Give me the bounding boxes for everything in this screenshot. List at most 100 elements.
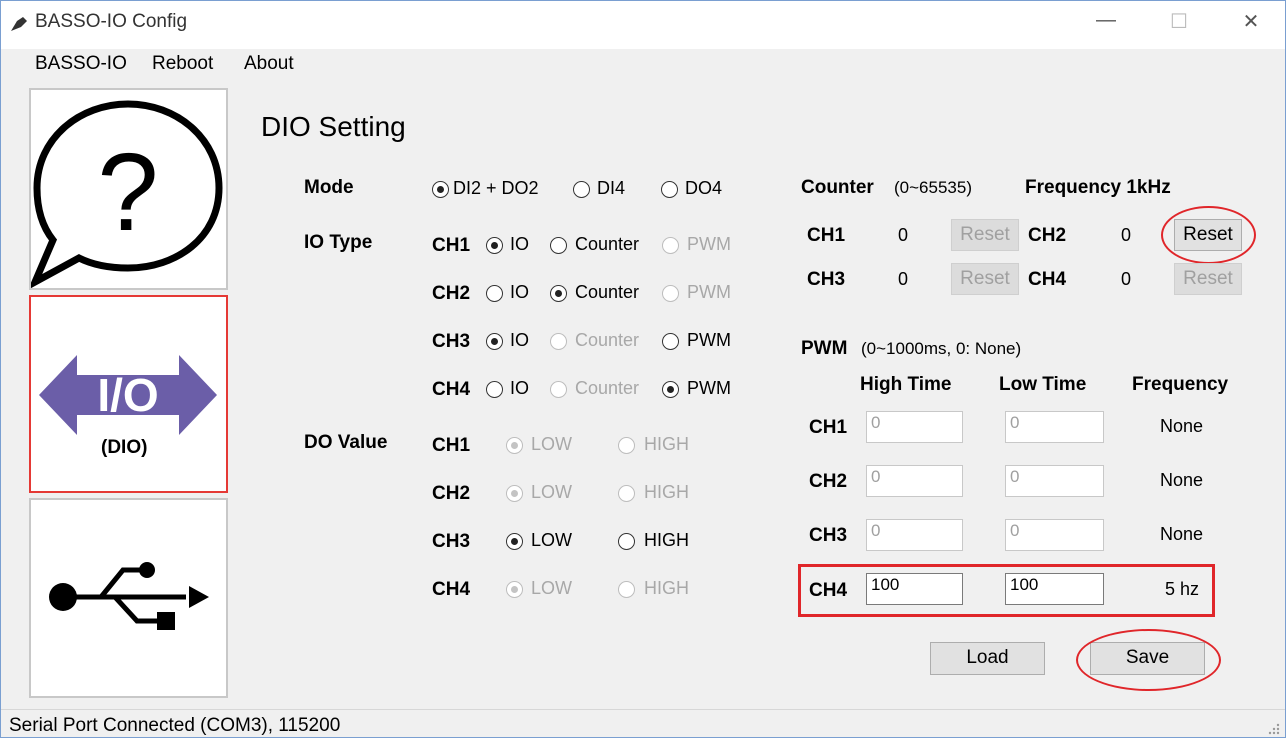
io-type-ch1-counter[interactable]: Counter [575, 234, 639, 255]
menu-about[interactable]: About [244, 53, 294, 75]
counter-ch1-value: 0 [898, 225, 909, 245]
counter-ch1-label: CH1 [807, 225, 846, 246]
app-window: BASSO-IO Config — ☐ ✕ BASSO-IO Reboot Ab… [0, 0, 1286, 738]
app-icon [11, 17, 27, 31]
do-ch1-high-radio [618, 437, 635, 454]
title-bar: BASSO-IO Config — ☐ ✕ [1, 1, 1285, 49]
load-button[interactable]: Load [930, 642, 1045, 675]
io-type-ch4-pwm[interactable]: PWM [687, 378, 731, 399]
mode-option-di2do2[interactable]: DI2 + DO2 [453, 178, 539, 199]
io-type-ch3-io-radio[interactable] [486, 333, 503, 350]
io-type-ch4-io-radio[interactable] [486, 381, 503, 398]
io-label: I/O [97, 369, 158, 421]
page-title: DIO Setting [261, 111, 406, 142]
pwm-ch1-label: CH1 [809, 417, 848, 438]
resize-grip-icon[interactable] [1267, 722, 1281, 736]
maximize-button[interactable]: ☐ [1159, 9, 1199, 34]
pwm-ch2-low-input: 0 [1005, 465, 1104, 497]
pwm-label: PWM [801, 338, 848, 359]
counter-range: (0~65535) [894, 178, 972, 197]
io-type-ch4-label: CH4 [432, 379, 471, 400]
menu-bar: BASSO-IO Reboot About [1, 49, 1285, 83]
pwm-ch3-high-input: 0 [866, 519, 963, 551]
sidebar-help-button[interactable]: ? [27, 88, 228, 290]
sidebar-usb-button[interactable] [29, 498, 228, 698]
io-type-ch2-counter-radio[interactable] [550, 285, 567, 302]
pwm-ch2-high-input: 0 [866, 465, 963, 497]
do-ch3-low-radio[interactable] [506, 533, 523, 550]
do-ch2-low-radio [506, 485, 523, 502]
status-text: Serial Port Connected (COM3), 115200 [9, 715, 341, 736]
do-ch4-label: CH4 [432, 579, 471, 600]
do-ch3-label: CH3 [432, 531, 471, 552]
io-type-ch4-counter-radio [550, 381, 567, 398]
pwm-ch3-label: CH3 [809, 525, 848, 546]
io-type-ch3-pwm[interactable]: PWM [687, 330, 731, 351]
help-symbol: ? [97, 131, 158, 254]
pwm-col-high: High Time [860, 374, 952, 395]
mode-label: Mode [304, 177, 354, 198]
close-button[interactable]: ✕ [1231, 9, 1271, 34]
minimize-button[interactable]: — [1086, 9, 1126, 32]
do-ch4-low: LOW [531, 578, 573, 598]
annotation-circle-reset [1161, 206, 1256, 264]
io-type-ch2-label: CH2 [432, 283, 471, 304]
annotation-box-pwm-ch4 [798, 564, 1215, 617]
do-ch3-low[interactable]: LOW [531, 530, 572, 551]
io-type-ch2-pwm: PWM [687, 282, 731, 302]
mode-option-do4[interactable]: DO4 [685, 178, 722, 199]
pwm-range: (0~1000ms, 0: None) [861, 339, 1022, 358]
do-ch4-high: HIGH [644, 578, 689, 598]
counter-ch2-label: CH2 [1028, 225, 1067, 246]
do-ch2-low: LOW [531, 482, 573, 502]
counter-ch2-value: 0 [1121, 225, 1132, 245]
io-type-ch1-io[interactable]: IO [510, 234, 529, 255]
pwm-col-low: Low Time [999, 374, 1087, 395]
do-value-label: DO Value [304, 432, 388, 453]
pwm-ch1-freq: None [1160, 416, 1204, 436]
pwm-ch1-high-input: 0 [866, 411, 963, 443]
io-type-ch3-io[interactable]: IO [510, 330, 529, 351]
io-type-ch1-io-radio[interactable] [486, 237, 503, 254]
window-title: BASSO-IO Config [35, 11, 188, 32]
do-ch1-low: LOW [531, 434, 573, 454]
counter-ch1-reset-button: Reset [951, 219, 1019, 251]
sidebar-dio-button[interactable]: I/O (DIO) [29, 295, 228, 493]
counter-ch3-label: CH3 [807, 269, 846, 290]
do-ch2-label: CH2 [432, 483, 471, 504]
mode-radio-do4[interactable] [661, 181, 678, 198]
status-bar: Serial Port Connected (COM3), 115200 [1, 709, 1285, 737]
mode-radio-di4[interactable] [573, 181, 590, 198]
io-type-ch2-io[interactable]: IO [510, 282, 529, 303]
io-type-ch2-counter[interactable]: Counter [575, 282, 639, 303]
mode-option-di4[interactable]: DI4 [597, 178, 625, 199]
counter-ch4-reset-button: Reset [1174, 263, 1242, 295]
io-type-label: IO Type [304, 232, 373, 253]
io-arrows-icon: I/O [39, 355, 217, 435]
do-ch3-high[interactable]: HIGH [644, 530, 689, 551]
io-type-ch3-pwm-radio[interactable] [662, 333, 679, 350]
do-ch1-label: CH1 [432, 435, 471, 456]
io-type-ch1-pwm-radio [662, 237, 679, 254]
pwm-col-freq: Frequency [1132, 374, 1229, 395]
io-type-ch3-label: CH3 [432, 331, 471, 352]
io-type-ch3-counter: Counter [575, 330, 640, 350]
menu-reboot[interactable]: Reboot [152, 53, 213, 75]
counter-ch3-reset-button: Reset [951, 263, 1019, 295]
pwm-ch1-low-input: 0 [1005, 411, 1104, 443]
counter-label: Counter [801, 177, 874, 198]
io-type-ch1-label: CH1 [432, 235, 471, 256]
io-type-ch4-io[interactable]: IO [510, 378, 529, 399]
counter-ch3-value: 0 [898, 269, 909, 289]
annotation-circle-save [1076, 629, 1221, 691]
io-type-ch2-io-radio[interactable] [486, 285, 503, 302]
help-bubble-icon: ? [27, 100, 223, 290]
io-type-ch1-counter-radio[interactable] [550, 237, 567, 254]
io-type-ch4-pwm-radio[interactable] [662, 381, 679, 398]
menu-basso-io[interactable]: BASSO-IO [35, 53, 127, 75]
do-ch3-high-radio[interactable] [618, 533, 635, 550]
pwm-ch2-freq: None [1160, 470, 1204, 490]
io-type-ch2-pwm-radio [662, 285, 679, 302]
mode-radio-di2do2[interactable] [432, 181, 449, 198]
do-ch4-high-radio [618, 581, 635, 598]
